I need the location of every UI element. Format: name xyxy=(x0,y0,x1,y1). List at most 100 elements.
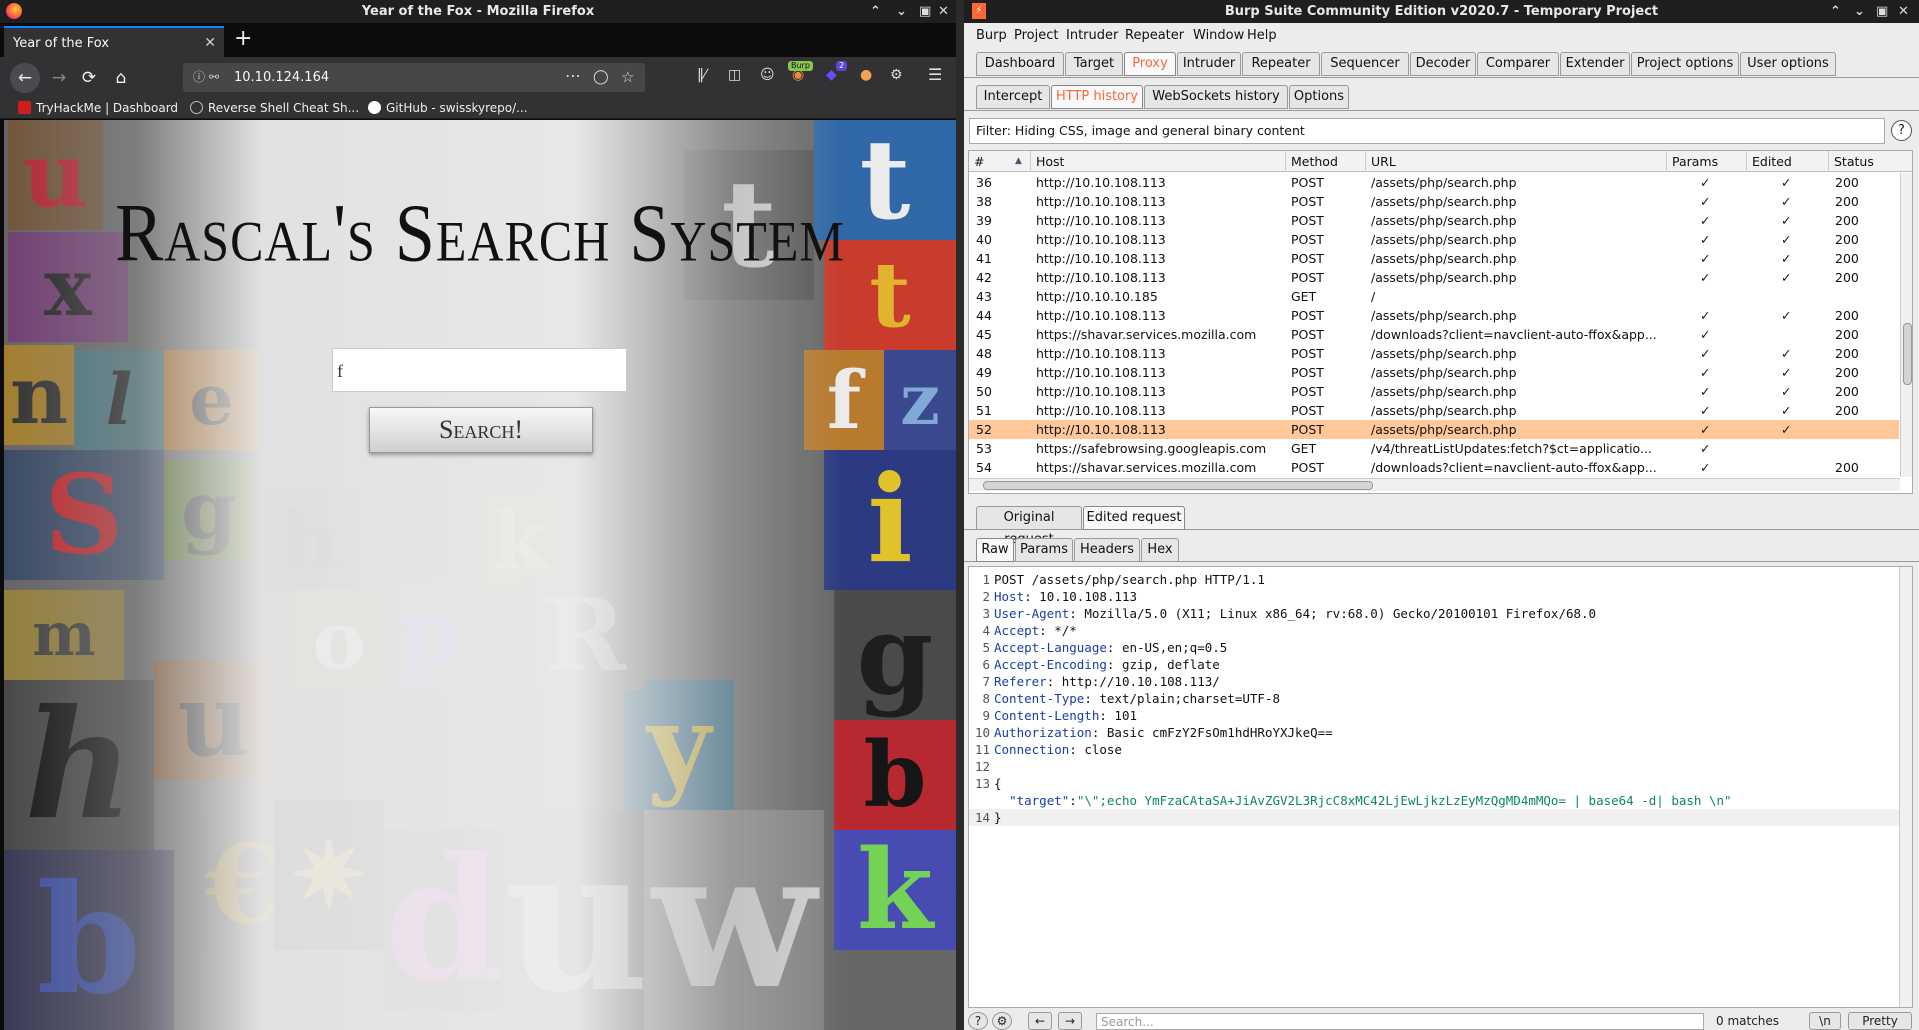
pretty-button[interactable]: Pretty xyxy=(1848,1012,1912,1030)
search-input[interactable]: f xyxy=(332,348,627,392)
reload-icon[interactable]: ⟳ xyxy=(76,65,102,91)
table-row[interactable]: 49 http://10.10.108.113 POST/assets/php/se… xyxy=(969,363,1899,382)
tab-intercept[interactable]: Intercept xyxy=(976,85,1050,109)
editor-search-input[interactable]: Search... xyxy=(1096,1013,1704,1030)
tab-http-history[interactable]: HTTP history xyxy=(1051,85,1143,109)
new-tab-icon[interactable]: + xyxy=(234,27,252,51)
table-row[interactable]: 52 http://10.10.108.113 POST/assets/php/se… xyxy=(969,420,1899,439)
sidebar-icon[interactable]: ◫ xyxy=(728,67,741,83)
tab-websockets-history[interactable]: WebSockets history xyxy=(1144,85,1288,109)
settings-gear-icon[interactable]: ⚙ xyxy=(992,1012,1012,1030)
home-icon[interactable]: ⌂ xyxy=(108,65,134,91)
tab-project-options[interactable]: Project options xyxy=(1631,52,1739,76)
table-row[interactable]: 50 http://10.10.108.113 POST/assets/php/se… xyxy=(969,382,1899,401)
tab-user-options[interactable]: User options xyxy=(1740,52,1836,76)
tab-headers[interactable]: Headers xyxy=(1074,538,1140,562)
help-icon[interactable]: ? xyxy=(968,1012,988,1030)
restore-icon[interactable]: ▣ xyxy=(1876,0,1888,23)
library-icon[interactable]: ‖⁄ xyxy=(697,67,706,83)
col-host[interactable]: Host xyxy=(1031,151,1286,172)
line-number: 11 xyxy=(974,742,990,757)
table-row[interactable]: 51 http://10.10.108.113 POST/assets/php/se… xyxy=(969,401,1899,420)
pocket-icon[interactable]: ◯ xyxy=(593,63,609,92)
menu-repeater[interactable]: Repeater xyxy=(1125,23,1184,48)
settings-extension-icon[interactable]: ⚙ xyxy=(890,67,903,83)
extension-icon[interactable]: ◆ xyxy=(826,67,837,83)
col-status[interactable]: Status xyxy=(1829,151,1912,172)
search-button[interactable]: Search! xyxy=(369,407,593,453)
table-row[interactable]: 36 http://10.10.108.113 POST/assets/php/se… xyxy=(969,173,1899,192)
table-row[interactable]: 38 http://10.10.108.113 POST/assets/php/se… xyxy=(969,192,1899,211)
vertical-scrollbar[interactable] xyxy=(1900,173,1912,477)
close-tab-icon[interactable]: ✕ xyxy=(204,28,216,59)
maximize-icon[interactable]: ⌄ xyxy=(1854,0,1865,23)
col-params[interactable]: Params xyxy=(1667,151,1747,172)
tab-proxy[interactable]: Proxy xyxy=(1124,52,1176,76)
scroll-thumb[interactable] xyxy=(1903,323,1912,385)
back-icon[interactable]: ← xyxy=(10,63,40,93)
tab-params[interactable]: Params xyxy=(1015,538,1073,562)
help-icon[interactable]: ? xyxy=(1891,120,1912,141)
burp-window: ⚡ Burp Suite Community Edition v2020.7 -… xyxy=(964,0,1919,1030)
minimize-icon[interactable]: ⌃ xyxy=(1830,0,1841,23)
tab-dashboard[interactable]: Dashboard xyxy=(976,52,1064,76)
tab-target[interactable]: Target xyxy=(1065,52,1123,76)
url-text[interactable]: 10.10.124.164 xyxy=(234,63,329,92)
col-edited[interactable]: Edited xyxy=(1747,151,1829,172)
editor-scrollbar[interactable] xyxy=(1899,567,1912,1007)
tab-comparer[interactable]: Comparer xyxy=(1477,52,1559,76)
menu-icon[interactable]: ☰ xyxy=(928,65,942,84)
table-row[interactable]: 54 https://shavar.services.mozilla.com POS… xyxy=(969,458,1899,477)
table-row[interactable]: 42 http://10.10.108.113 POST/assets/php/se… xyxy=(969,268,1899,287)
close-window-icon[interactable]: ✕ xyxy=(1898,0,1909,23)
tab-decoder[interactable]: Decoder xyxy=(1410,52,1476,76)
next-match-icon[interactable]: → xyxy=(1058,1012,1082,1030)
browser-tab[interactable]: Year of the Fox ✕ xyxy=(4,26,224,57)
table-row[interactable]: 53 https://safebrowsing.googleapis.com GET… xyxy=(969,439,1899,458)
previous-match-icon[interactable]: ← xyxy=(1028,1012,1052,1030)
tab-intruder[interactable]: Intruder xyxy=(1177,52,1241,76)
tab-repeater[interactable]: Repeater xyxy=(1242,52,1320,76)
col-method[interactable]: Method xyxy=(1286,151,1366,172)
site-info-icon[interactable]: ⓘ xyxy=(193,63,205,92)
restore-icon[interactable]: ▣ xyxy=(919,0,931,23)
tab-sequencer[interactable]: Sequencer xyxy=(1321,52,1409,76)
menu-window[interactable]: Window xyxy=(1193,23,1244,48)
bookmark-star-icon[interactable]: ☆ xyxy=(621,63,634,92)
col-url[interactable]: URL xyxy=(1366,151,1667,172)
table-row[interactable]: 41 http://10.10.108.113 POST/assets/php/se… xyxy=(969,249,1899,268)
horizontal-scrollbar[interactable] xyxy=(969,478,1900,491)
forward-icon[interactable]: → xyxy=(46,65,72,91)
table-row[interactable]: 40 http://10.10.108.113 POST/assets/php/se… xyxy=(969,230,1899,249)
menu-burp[interactable]: Burp xyxy=(976,23,1007,48)
menu-intruder[interactable]: Intruder xyxy=(1066,23,1118,48)
col-number[interactable]: # ▲ xyxy=(969,151,1031,172)
table-row[interactable]: 39 http://10.10.108.113 POST/assets/php/se… xyxy=(969,211,1899,230)
newline-toggle-button[interactable]: \n xyxy=(1809,1012,1841,1030)
scroll-thumb[interactable] xyxy=(983,481,1373,490)
tab-extender[interactable]: Extender xyxy=(1560,52,1630,76)
tab-hex[interactable]: Hex xyxy=(1141,538,1179,562)
minimize-icon[interactable]: ⌃ xyxy=(870,0,881,23)
page-actions-icon[interactable]: ⋯ xyxy=(565,61,581,90)
tab-edited-request[interactable]: Edited request xyxy=(1083,506,1185,530)
bookmark-tryhackme[interactable]: TryHackMe | Dashboard xyxy=(18,97,178,119)
table-row[interactable]: 43 http://10.10.10.185 GET / xyxy=(969,287,1899,306)
menu-project[interactable]: Project xyxy=(1014,23,1058,48)
maximize-icon[interactable]: ⌄ xyxy=(896,0,907,23)
account-icon[interactable]: ☺ xyxy=(760,67,775,83)
table-row[interactable]: 48 http://10.10.108.113 POST/assets/php/se… xyxy=(969,344,1899,363)
cookie-extension-icon[interactable]: ● xyxy=(860,67,872,83)
request-editor[interactable]: 1 POST /assets/php/search.php HTTP/1.1 2 Ho… xyxy=(968,566,1913,1008)
table-row[interactable]: 45 https://shavar.services.mozilla.com POS… xyxy=(969,325,1899,344)
url-bar[interactable]: ⓘ ⚯ 10.10.124.164 ⋯ ◯ ☆ xyxy=(183,63,645,92)
menu-help[interactable]: Help xyxy=(1247,23,1277,48)
tab-options[interactable]: Options xyxy=(1289,85,1349,109)
table-row[interactable]: 44 http://10.10.108.113 POST/assets/php/se… xyxy=(969,306,1899,325)
bookmark-reverse-shell[interactable]: Reverse Shell Cheat Sh... xyxy=(190,97,359,119)
tab-original-request[interactable]: Original request xyxy=(976,506,1082,547)
close-window-icon[interactable]: ✕ xyxy=(938,0,949,23)
tab-raw[interactable]: Raw xyxy=(976,538,1014,562)
bookmark-github[interactable]: GitHub - swisskyrepo/... xyxy=(368,97,528,119)
filter-bar[interactable]: Filter: Hiding CSS, image and general bi… xyxy=(969,118,1885,144)
